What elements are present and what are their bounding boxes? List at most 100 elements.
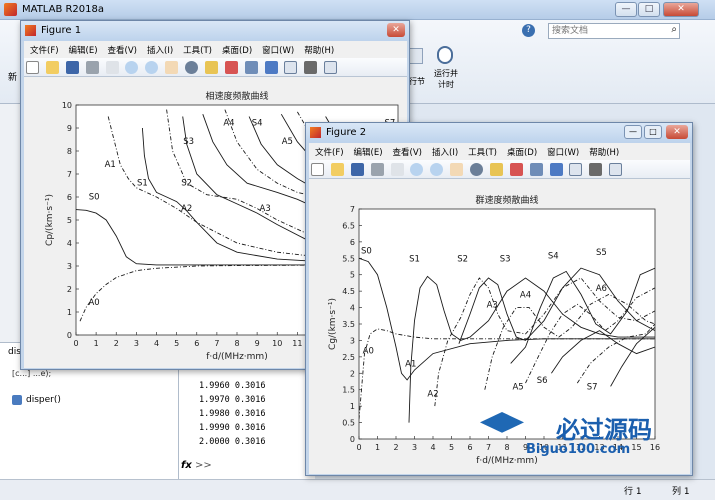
menu-item-3[interactable]: 插入(I) <box>147 46 173 56</box>
x-tick-label: 11 <box>292 339 302 348</box>
y-tick-label: 2 <box>350 369 355 378</box>
search-icon[interactable]: ⌕ <box>671 24 677 35</box>
search-box[interactable]: ⌕ <box>548 23 680 39</box>
minimize-button[interactable]: — <box>615 2 637 17</box>
ribbon-run-section-icon[interactable] <box>409 48 423 64</box>
menu-item-4[interactable]: 工具(T) <box>468 148 497 158</box>
y-axis-label: Cg/(km·s⁻¹) <box>328 298 338 350</box>
mode-label: A3 <box>487 301 498 311</box>
menu-item-6[interactable]: 窗口(W) <box>547 148 579 158</box>
mode-label: A5 <box>282 137 293 147</box>
figure-1-close-button[interactable]: ✕ <box>387 23 405 37</box>
y-tick-label: 8 <box>67 147 72 156</box>
y-tick-label: 4.5 <box>342 287 355 296</box>
save-icon[interactable] <box>350 163 364 176</box>
colorbar-icon[interactable] <box>264 61 278 74</box>
command-output-row: 2.0000 0.3016 <box>199 437 266 447</box>
workspace-call-line: [c...] ...e); <box>12 369 52 378</box>
rotate-icon[interactable] <box>470 163 483 176</box>
new-figure-icon[interactable] <box>311 163 324 176</box>
menu-item-5[interactable]: 桌面(D) <box>507 148 537 158</box>
zoom-out-icon[interactable] <box>145 61 159 74</box>
run-and-time-icon[interactable] <box>437 46 453 64</box>
x-tick-label: 5 <box>174 339 179 348</box>
print-icon[interactable] <box>85 61 99 74</box>
search-input[interactable] <box>549 24 659 38</box>
open-file-icon[interactable] <box>330 163 344 176</box>
figure-icon <box>25 25 36 36</box>
link-icon[interactable] <box>529 163 543 176</box>
watermark: 必过源码 Biguo100.com <box>478 404 683 460</box>
y-tick-label: 6 <box>350 238 355 247</box>
mode-label: A2 <box>181 204 192 214</box>
y-tick-label: 4 <box>350 304 355 313</box>
x-tick-label: 4 <box>430 443 435 452</box>
run-and-time-label[interactable]: 运行并 计时 <box>431 68 461 90</box>
menu-item-1[interactable]: 编辑(E) <box>354 148 383 158</box>
graduation-cap-icon <box>480 412 524 433</box>
x-tick-label: 10 <box>272 339 282 348</box>
command-output-row: 1.9960 0.3016 <box>199 381 266 391</box>
prompt-arrows: >> <box>195 460 212 471</box>
hide-tools-icon[interactable] <box>589 163 603 176</box>
maximize-button[interactable]: □ <box>638 2 660 17</box>
figure-2-close-button[interactable]: ✕ <box>666 125 688 139</box>
link-icon[interactable] <box>244 61 258 74</box>
zoom-out-icon[interactable] <box>430 163 444 176</box>
data-cursor-icon[interactable] <box>489 163 503 176</box>
y-tick-label: 6.5 <box>342 221 355 230</box>
pointer-icon[interactable] <box>105 61 119 74</box>
figure-2-maximize-button[interactable]: □ <box>644 125 662 139</box>
pan-icon[interactable] <box>165 61 179 74</box>
data-cursor-icon[interactable] <box>204 61 218 74</box>
mode-label: S3 <box>500 255 511 265</box>
show-tools-icon[interactable] <box>609 163 623 176</box>
save-icon[interactable] <box>65 61 79 74</box>
x-tick-label: 2 <box>114 339 119 348</box>
mode-label: A0 <box>88 298 99 308</box>
show-tools-icon[interactable] <box>324 61 338 74</box>
menu-item-0[interactable]: 文件(F) <box>315 148 344 158</box>
menu-item-7[interactable]: 帮助(H) <box>304 46 334 56</box>
menu-item-3[interactable]: 插入(I) <box>432 148 458 158</box>
mode-label: S2 <box>457 255 468 265</box>
mode-label: A1 <box>105 160 116 170</box>
new-figure-icon[interactable] <box>26 61 39 74</box>
menu-item-4[interactable]: 工具(T) <box>183 46 212 56</box>
zoom-in-icon[interactable] <box>410 163 424 176</box>
ribbon-run-section-label[interactable]: 行节 <box>409 76 425 87</box>
close-button[interactable]: ✕ <box>663 2 699 17</box>
menu-item-2[interactable]: 查看(V) <box>393 148 422 158</box>
help-icon[interactable]: ? <box>522 24 535 37</box>
menu-item-7[interactable]: 帮助(H) <box>589 148 619 158</box>
colorbar-icon[interactable] <box>549 163 563 176</box>
hide-tools-icon[interactable] <box>304 61 318 74</box>
x-tick-label: 4 <box>154 339 159 348</box>
left-new-label: 新 <box>8 73 18 83</box>
zoom-in-icon[interactable] <box>125 61 139 74</box>
legend-icon[interactable] <box>284 61 298 74</box>
menu-item-5[interactable]: 桌面(D) <box>222 46 252 56</box>
matlab-window-title: MATLAB R2018a <box>22 4 105 15</box>
menu-item-2[interactable]: 查看(V) <box>108 46 137 56</box>
y-tick-label: 0 <box>67 331 72 340</box>
menu-item-0[interactable]: 文件(F) <box>30 46 59 56</box>
menu-item-1[interactable]: 编辑(E) <box>69 46 98 56</box>
pointer-icon[interactable] <box>390 163 404 176</box>
print-icon[interactable] <box>370 163 384 176</box>
figure-1-title-bar: Figure 1 ✕ <box>21 21 409 41</box>
y-tick-label: 3.5 <box>342 320 355 329</box>
pan-icon[interactable] <box>450 163 464 176</box>
brush-icon[interactable] <box>509 163 523 176</box>
rotate-icon[interactable] <box>185 61 198 74</box>
figure-2-minimize-button[interactable]: — <box>624 125 642 139</box>
menu-item-6[interactable]: 窗口(W) <box>262 46 294 56</box>
mode-label: S3 <box>183 137 194 147</box>
mode-label: S4 <box>252 119 263 129</box>
legend-icon[interactable] <box>569 163 583 176</box>
y-tick-label: 10 <box>62 101 72 110</box>
figure-2-toolbar <box>309 160 690 179</box>
workspace-function-item[interactable]: disper() <box>26 395 61 405</box>
brush-icon[interactable] <box>224 61 238 74</box>
open-file-icon[interactable] <box>45 61 59 74</box>
